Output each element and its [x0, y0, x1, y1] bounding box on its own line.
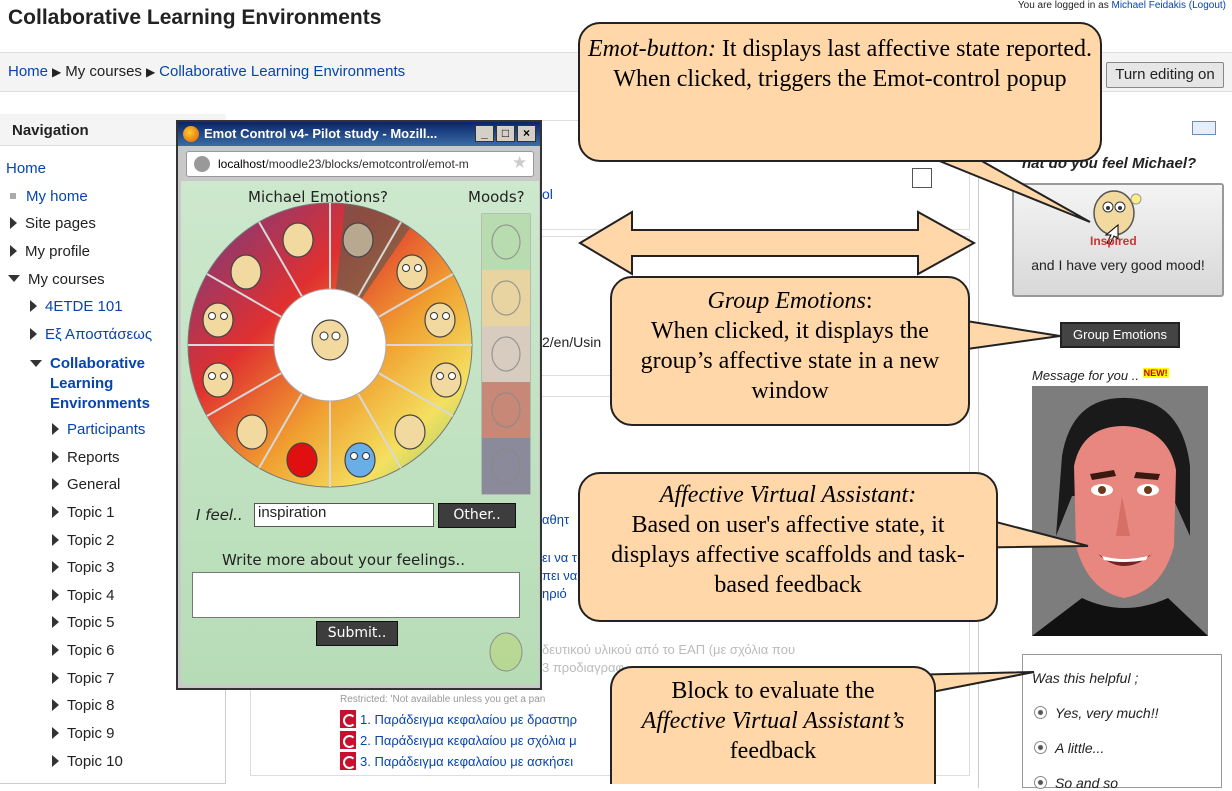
- callout-ava-text: Based on user's affective state, it disp…: [611, 512, 965, 598]
- callout-ava-title: Affective Virtual Assistant:: [659, 482, 917, 508]
- callout-block-text2: feedback: [729, 738, 817, 764]
- callout-group-text: When clicked, it displays the group’s af…: [640, 318, 940, 404]
- callout-block-evaluate: Block to evaluate the Affective Virtual A…: [610, 666, 936, 784]
- callout-block-text: Block to evaluate the: [671, 678, 875, 704]
- callout-affective-assistant: Affective Virtual Assistant: Based on use…: [578, 472, 998, 622]
- callout-group-title: Group Emotions: [707, 288, 866, 314]
- callout-group-emotions: Group Emotions: When clicked, it displays…: [610, 276, 970, 426]
- callout-block-title: Affective Virtual Assistant’s: [641, 708, 905, 734]
- callout-emot-button: Emot-button: It displays last affective …: [578, 22, 1102, 162]
- callout-emot-title: Emot-button:: [587, 36, 716, 62]
